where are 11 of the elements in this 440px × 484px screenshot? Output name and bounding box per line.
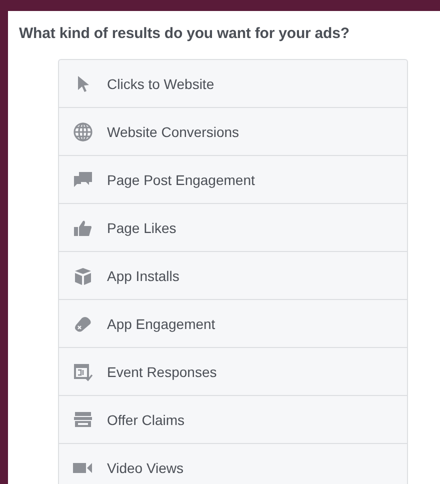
- option-item[interactable]: Website Conversions: [59, 108, 407, 156]
- option-item[interactable]: Video Views: [59, 444, 407, 484]
- option-item[interactable]: Page Post Engagement: [59, 156, 407, 204]
- option-item[interactable]: App Engagement: [59, 300, 407, 348]
- heading: What kind of results do you want for your ads?: [19, 25, 350, 42]
- option-item[interactable]: App Installs: [59, 252, 407, 300]
- option-item[interactable]: Page Likes: [59, 204, 407, 252]
- option-item[interactable]: Offer Claims: [59, 396, 407, 444]
- globe-icon: [72, 120, 94, 142]
- option-item[interactable]: Clicks to Website: [59, 60, 407, 108]
- option-item[interactable]: Event Responses: [59, 348, 407, 396]
